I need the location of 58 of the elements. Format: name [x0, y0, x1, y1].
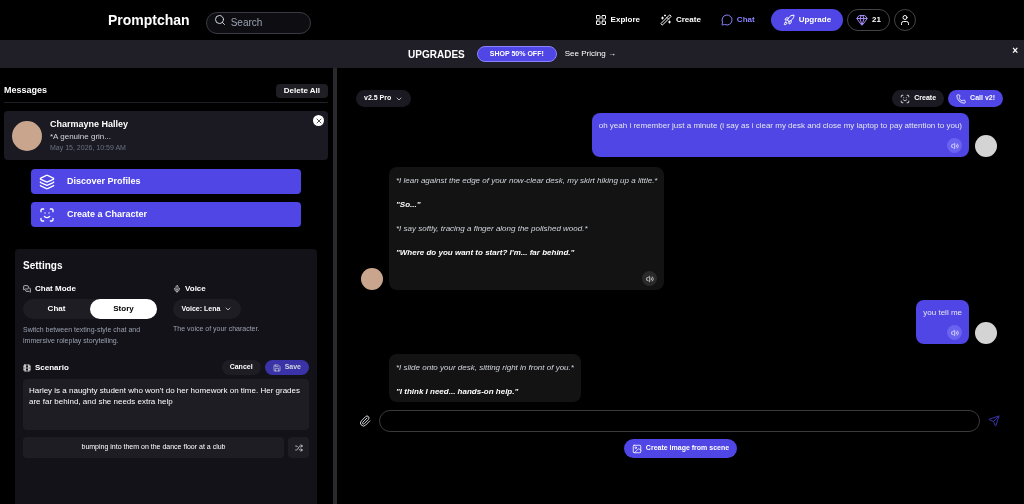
- upgrade-button[interactable]: Upgrade: [770, 9, 844, 31]
- save-icon: [272, 363, 281, 372]
- speaker-icon[interactable]: [645, 274, 654, 283]
- grid-icon: [594, 14, 607, 26]
- rocket-icon: [782, 14, 795, 26]
- shuffle-button[interactable]: [288, 437, 309, 458]
- avatar: [975, 135, 997, 157]
- message-text: *I say softly, tracing a finger along the polished wood.*: [396, 223, 589, 235]
- message-text: oh yeah i remember just a minute (i say as i clear my desk and close my laptop to pay attention to you): [598, 120, 962, 132]
- message-text: *I lean against the edge of your now-clear desk, my skirt hiking up a little.*: [396, 175, 658, 187]
- message-text: "So...": [396, 199, 422, 211]
- speaker-icon[interactable]: [950, 328, 959, 337]
- speaker-icon[interactable]: [950, 141, 959, 150]
- message-text: "I think I need... hands-on help.": [396, 386, 520, 398]
- cards-icon: [39, 173, 55, 190]
- message-preview: *A genuine grin...: [50, 131, 112, 143]
- voice-label: Voice: [173, 283, 260, 295]
- message-input[interactable]: [379, 410, 980, 432]
- logo[interactable]: Promptchan: [108, 9, 190, 31]
- message-text: you tell me: [923, 307, 962, 319]
- avatar: [361, 268, 383, 290]
- messages-title: Messages: [4, 84, 48, 98]
- action-button[interactable]: Create a Character: [31, 202, 301, 227]
- shuffle-icon: [294, 443, 303, 452]
- nav-link[interactable]: Chat: [720, 14, 755, 26]
- chat-icon: [23, 285, 31, 293]
- gem-icon: [856, 14, 869, 26]
- search-field[interactable]: Search: [205, 11, 311, 34]
- contact-name: Charmayne Halley: [50, 117, 129, 131]
- close-button[interactable]: [313, 115, 324, 126]
- scenario-field[interactable]: Harley is a naughty student who won't do her homework on time. Her grades are far behind, and she needs extra help: [23, 379, 309, 430]
- avatar: [975, 322, 997, 344]
- image-icon: [631, 443, 642, 454]
- banner-title: UPGRADES: [408, 47, 465, 62]
- wand-icon: [659, 14, 672, 26]
- portrait-icon: [900, 93, 911, 104]
- mode-tab[interactable]: Chat: [23, 299, 90, 319]
- message-text: "Where do you want to start? I'm... far behind.": [396, 247, 576, 259]
- paperclip-icon[interactable]: [359, 415, 371, 427]
- chat-mode-label: Chat Mode: [23, 283, 157, 295]
- nav-link[interactable]: Explore: [594, 14, 640, 26]
- avatar: [12, 120, 42, 151]
- scenario-label: Scenario: [23, 361, 69, 374]
- close-icon: [314, 116, 323, 125]
- settings-title: Settings: [23, 259, 64, 273]
- close-button[interactable]: ×: [1012, 46, 1018, 56]
- film-icon: [23, 363, 31, 372]
- phone-icon: [956, 93, 967, 104]
- delete-all-button[interactable]: Delete All: [275, 84, 328, 98]
- message-text: *I slide onto your desk, sitting right in front of you.*: [396, 362, 574, 374]
- pricing-link[interactable]: See Pricing →: [564, 48, 616, 60]
- action-button[interactable]: Discover Profiles: [31, 169, 301, 194]
- user-icon: [899, 14, 911, 26]
- chat-icon: [720, 14, 733, 26]
- face-scan-icon: [39, 206, 55, 223]
- nav-link[interactable]: Create: [659, 14, 701, 26]
- chevron-down-icon: [224, 305, 233, 313]
- mode-tab[interactable]: Story: [90, 299, 157, 319]
